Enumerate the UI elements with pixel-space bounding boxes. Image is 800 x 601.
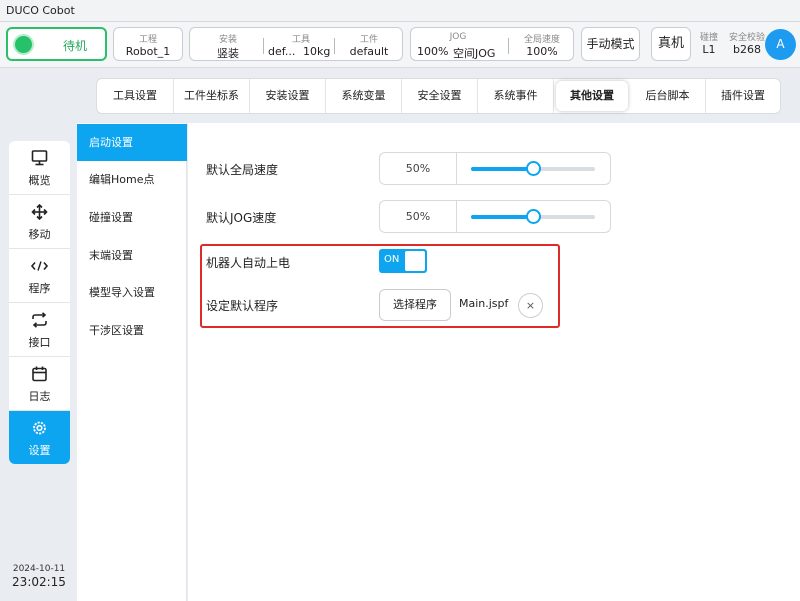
- submenu-startup-settings[interactable]: 启动设置: [77, 124, 187, 161]
- submenu-model-import[interactable]: 模型导入设置: [77, 274, 187, 311]
- tool-name: def...: [268, 45, 296, 58]
- jog-speed-box[interactable]: JOG 100% 空间JOG 全局速度 100%: [410, 27, 574, 61]
- user-avatar[interactable]: A: [765, 29, 796, 60]
- clock-time: 23:02:15: [12, 575, 66, 589]
- collision-caption: 碰撞: [699, 33, 718, 43]
- global-speed-control: 50%: [379, 152, 611, 185]
- swap-arrows-icon: [32, 312, 47, 328]
- nav-overview[interactable]: 概览: [9, 141, 70, 195]
- divider: [334, 38, 335, 54]
- app-title: DUCO Cobot: [6, 4, 75, 17]
- jog-speed-slider[interactable]: [471, 209, 595, 224]
- auto-power-on-label: 机器人自动上电: [206, 256, 291, 270]
- install-value: 竖装: [217, 47, 239, 60]
- status-indicator-icon: [15, 36, 32, 53]
- toggle-knob: [405, 251, 425, 271]
- jog-space: 空间JOG: [453, 47, 496, 60]
- global-speed-caption: 全局速度: [523, 35, 560, 45]
- install-caption: 安装: [218, 35, 237, 45]
- code-icon: [30, 261, 49, 271]
- settings-content: [188, 123, 800, 601]
- top-status-bar: 待机 工程 Robot_1 安装 竖装 工具 def... 10kg 工件 de…: [0, 22, 800, 68]
- tab-background-script[interactable]: 后台脚本: [630, 79, 706, 113]
- tab-safety-settings[interactable]: 安全设置: [402, 79, 478, 113]
- jog-speed-value: 50%: [380, 201, 457, 232]
- robot-status-button[interactable]: 待机: [6, 27, 107, 61]
- divider: [508, 38, 509, 54]
- tab-other-settings[interactable]: 其他设置: [556, 81, 628, 111]
- nav-overview-label: 概览: [28, 174, 51, 187]
- clear-icon[interactable]: ×: [518, 293, 543, 318]
- global-speed-slider-thumb[interactable]: [526, 161, 541, 176]
- submenu-collision-settings[interactable]: 碰撞设置: [77, 199, 187, 236]
- real-robot-button[interactable]: 真机: [651, 27, 691, 61]
- calendar-icon: [32, 366, 47, 382]
- tab-system-variables[interactable]: 系统变量: [326, 79, 402, 113]
- status-text: 待机: [63, 39, 88, 53]
- install-tool-workpiece-box[interactable]: 安装 竖装 工具 def... 10kg 工件 default: [189, 27, 403, 61]
- tab-tool-settings[interactable]: 工具设置: [97, 79, 174, 113]
- program-name: Main.jspf: [459, 297, 509, 310]
- default-global-speed-label: 默认全局速度: [206, 163, 279, 177]
- nav-settings-label: 设置: [28, 444, 51, 457]
- toggle-state-text: ON: [384, 254, 400, 265]
- jog-value: 100%: [417, 45, 449, 58]
- main-nav: 概览 移动 程序 接口 日志 设置: [9, 141, 70, 464]
- clock-date: 2024-10-11: [12, 564, 66, 574]
- project-caption: 工程: [138, 35, 157, 45]
- clock: 2024-10-11 23:02:15: [9, 564, 69, 589]
- nav-interface-label: 接口: [28, 336, 51, 349]
- safety-check-value: b268: [733, 43, 761, 56]
- move-arrows-icon: [31, 204, 48, 220]
- nav-log[interactable]: 日志: [9, 357, 70, 411]
- submenu-end-settings[interactable]: 末端设置: [77, 237, 187, 274]
- project-box[interactable]: 工程 Robot_1: [113, 27, 183, 61]
- default-jog-speed-label: 默认JOG速度: [206, 211, 277, 225]
- manual-mode-button[interactable]: 手动模式: [581, 27, 640, 61]
- global-speed-slider[interactable]: [471, 161, 595, 176]
- safety-check-caption: 安全校验: [728, 33, 765, 43]
- gear-icon: [33, 421, 46, 435]
- workpiece-value: default: [349, 45, 389, 58]
- nav-interface[interactable]: 接口: [9, 303, 70, 357]
- tool-weight: 10kg: [303, 45, 331, 58]
- nav-move[interactable]: 移动: [9, 195, 70, 249]
- collision-value: L1: [702, 43, 716, 56]
- tab-system-events[interactable]: 系统事件: [478, 79, 554, 113]
- nav-log-label: 日志: [28, 390, 51, 403]
- jog-speed-slider-fill: [471, 215, 533, 219]
- monitor-icon: [31, 150, 48, 166]
- title-bar: DUCO Cobot: [0, 0, 800, 22]
- submenu-interference-zone[interactable]: 干涉区设置: [77, 312, 187, 349]
- global-speed-slider-fill: [471, 167, 533, 171]
- jog-caption: JOG: [449, 32, 467, 42]
- auto-power-on-toggle[interactable]: ON: [379, 249, 427, 273]
- submenu-edit-home[interactable]: 编辑Home点: [77, 161, 187, 198]
- divider: [263, 38, 264, 54]
- tab-install-settings[interactable]: 安装设置: [250, 79, 326, 113]
- project-value: Robot_1: [125, 45, 171, 58]
- workpiece-caption: 工件: [359, 35, 378, 45]
- tab-plugin-settings[interactable]: 插件设置: [706, 79, 780, 113]
- nav-program-label: 程序: [28, 282, 51, 295]
- tab-workpiece-coordinates[interactable]: 工件坐标系: [174, 79, 250, 113]
- tool-caption: 工具: [291, 35, 310, 45]
- global-speed-value: 50%: [380, 153, 457, 184]
- jog-speed-slider-thumb[interactable]: [526, 209, 541, 224]
- nav-program[interactable]: 程序: [9, 249, 70, 303]
- nav-settings[interactable]: 设置: [9, 411, 70, 464]
- nav-move-label: 移动: [28, 228, 51, 241]
- default-program-label: 设定默认程序: [206, 299, 279, 313]
- settings-tab-bar: 工具设置 工件坐标系 安装设置 系统变量 安全设置 系统事件 其他设置 后台脚本…: [96, 78, 781, 114]
- select-program-button[interactable]: 选择程序: [379, 289, 451, 321]
- sub-menu: 启动设置 编辑Home点 碰撞设置 末端设置 模型导入设置 干涉区设置: [77, 123, 187, 601]
- global-speed-value: 100%: [526, 45, 558, 58]
- jog-speed-control: 50%: [379, 200, 611, 233]
